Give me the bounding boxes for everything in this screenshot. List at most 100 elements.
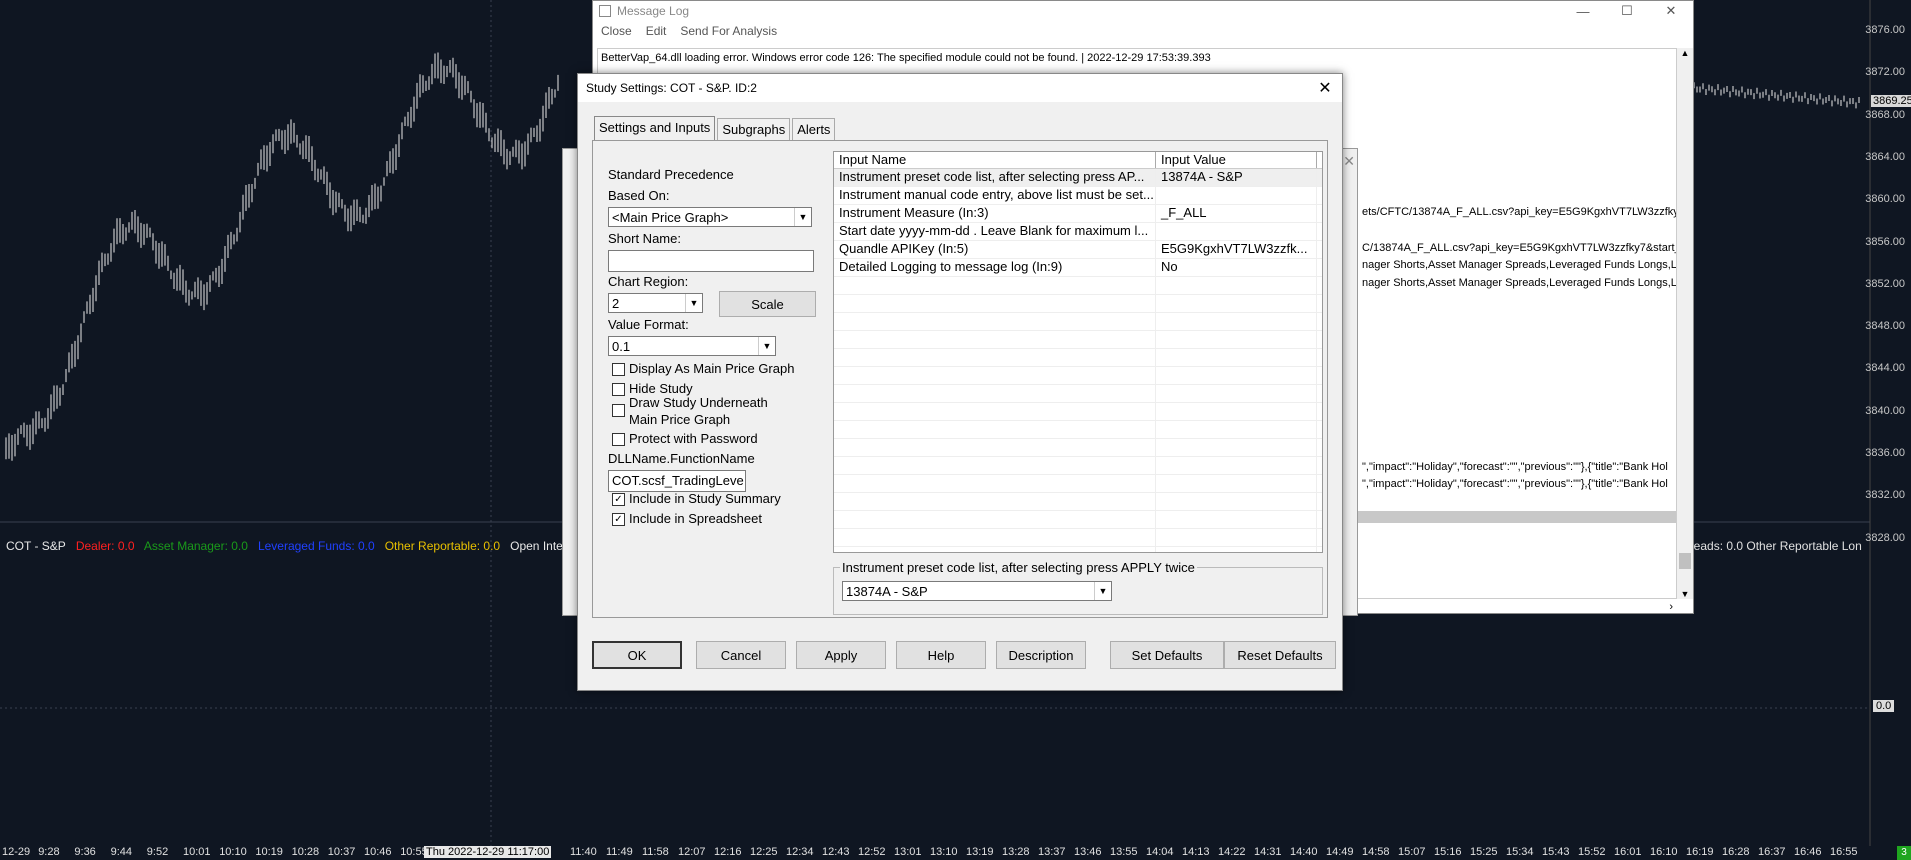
include-spreadsheet-label: Include in Spreadsheet (629, 511, 762, 526)
time-axis-label: 14:04 (1146, 846, 1174, 858)
set-defaults-button[interactable]: Set Defaults (1110, 641, 1224, 669)
log-line: BetterVap_64.dll loading error. Windows … (601, 52, 1211, 64)
hide-study-checkbox[interactable] (612, 383, 625, 396)
minimize-icon[interactable]: — (1561, 1, 1605, 21)
dialog-tabs: Settings and Inputs Subgraphs Alerts (594, 116, 837, 142)
scale-button[interactable]: Scale (719, 291, 816, 317)
grid-cell-value[interactable]: E5G9KgxhVT7LW3zzfk... (1156, 241, 1317, 258)
tab-settings-and-inputs[interactable]: Settings and Inputs (594, 116, 716, 142)
price-axis-label: 3868.00 (1865, 108, 1905, 121)
grid-header-input-value[interactable]: Input Value (1156, 152, 1317, 168)
current-price-badge: 3869.25 (1871, 95, 1911, 107)
grid-row[interactable]: Instrument preset code list, after selec… (834, 169, 1322, 187)
time-axis-label: 9:28 (38, 846, 60, 858)
grid-row[interactable]: Instrument manual code entry, above list… (834, 187, 1322, 205)
menu-edit[interactable]: Edit (646, 24, 667, 38)
study-legend-right: preads: 0.0 Other Reportable Lon (1683, 539, 1862, 553)
grid-header-input-name[interactable]: Input Name (834, 152, 1156, 168)
log-right-line: nager Shorts,Asset Manager Spreads,Lever… (1362, 277, 1677, 289)
time-axis-label: 14:22 (1218, 846, 1246, 858)
message-log-title: Message Log (617, 4, 690, 18)
short-name-input[interactable] (608, 250, 814, 272)
price-bars (5, 52, 559, 461)
grid-cell-value[interactable] (1156, 187, 1317, 204)
grid-row[interactable]: Quandle APIKey (In:5) E5G9KgxhVT7LW3zzfk.… (834, 241, 1322, 259)
time-axis-label: 16:46 (1794, 846, 1822, 858)
help-button[interactable]: Help (896, 641, 986, 669)
grid-row[interactable]: Start date yyyy-mm-dd . Leave Blank for … (834, 223, 1322, 241)
display-main-price-checkbox[interactable] (612, 363, 625, 376)
scroll-thumb[interactable] (1679, 553, 1691, 569)
time-axis-label: 11:58 (642, 846, 669, 858)
preset-code-select[interactable]: 13874A - S&P ▼ (842, 581, 1112, 601)
time-axis-label: 16:19 (1686, 846, 1714, 858)
value-format-select[interactable]: 0.1 ▼ (608, 336, 776, 356)
grid-cell-value[interactable]: _F_ALL (1156, 205, 1317, 222)
chart-region-select[interactable]: 2 ▼ (608, 293, 703, 313)
chevron-down-icon[interactable]: ▼ (758, 337, 775, 355)
inputs-grid[interactable]: Input Name Input Value Instrument preset… (833, 151, 1323, 553)
time-axis-label: 11:49 (606, 846, 633, 858)
legend-asset-manager: Asset Manager: 0.0 (143, 539, 248, 553)
grid-row[interactable]: Instrument Measure (In:3) _F_ALL (834, 205, 1322, 223)
hide-study-label: Hide Study (629, 381, 693, 396)
log-right-line: C/13874A_F_ALL.csv?api_key=E5G9KgxhVT7LW… (1362, 242, 1677, 254)
time-axis-label: 13:46 (1074, 846, 1102, 858)
time-axis-label: 12:34 (786, 846, 814, 858)
close-icon[interactable]: ✕ (1649, 1, 1693, 21)
tab-subgraphs[interactable]: Subgraphs (717, 118, 791, 141)
maximize-icon[interactable]: ☐ (1605, 1, 1649, 21)
reset-defaults-button[interactable]: Reset Defaults (1224, 641, 1336, 669)
grid-cell-value[interactable]: 13874A - S&P (1156, 169, 1317, 186)
grid-row[interactable]: Detailed Logging to message log (In:9) No (834, 259, 1322, 277)
price-axis-label: 3848.00 (1865, 320, 1905, 333)
vertical-scrollbar[interactable]: ▲ ▼ (1677, 48, 1693, 599)
time-axis-label: 12:07 (678, 846, 706, 858)
draw-underneath-checkbox[interactable] (612, 404, 625, 417)
grid-empty-rows (834, 277, 1322, 552)
based-on-select[interactable]: <Main Price Graph> ▼ (608, 207, 812, 227)
horizontal-scroll-right-icon[interactable]: › (1669, 601, 1673, 613)
ok-button[interactable]: OK (592, 641, 682, 669)
price-axis-label: 3872.00 (1865, 66, 1905, 79)
time-axis-label: 15:34 (1506, 846, 1534, 858)
time-axis-label: 16:55 (1830, 846, 1858, 858)
price-axis-label: 3860.00 (1865, 193, 1905, 206)
price-axis-label: 3828.00 (1865, 531, 1905, 544)
dialog-close-icon[interactable]: ✕ (1314, 77, 1336, 99)
chevron-down-icon[interactable]: ▼ (794, 208, 811, 226)
study-settings-dialog[interactable]: Study Settings: COT - S&P. ID:2 ✕ Settin… (577, 73, 1343, 691)
scroll-up-icon[interactable]: ▲ (1677, 48, 1693, 58)
protect-password-checkbox[interactable] (612, 433, 625, 446)
cancel-button[interactable]: Cancel (696, 641, 786, 669)
time-axis-label: 14:58 (1362, 846, 1390, 858)
time-axis: 12-29 9:28 9:36 9:44 9:52 10:01 10:10 10:19 10:2… (0, 846, 1880, 860)
grid-header: Input Name Input Value (834, 152, 1322, 169)
grid-cell-value[interactable]: No (1156, 259, 1317, 276)
time-axis-label: 10:37 (327, 846, 356, 858)
scroll-down-icon[interactable]: ▼ (1677, 589, 1693, 599)
message-log-titlebar[interactable]: Message Log (593, 1, 1693, 21)
log-right-line: ","impact":"Holiday","forecast":"","prev… (1362, 478, 1668, 490)
grid-cell-name: Detailed Logging to message log (In:9) (834, 259, 1156, 276)
draw-underneath-label-2: Main Price Graph (629, 412, 731, 427)
dialog-titlebar[interactable]: Study Settings: COT - S&P. ID:2 (578, 74, 1342, 102)
time-axis-label: 10:46 (364, 846, 392, 858)
include-spreadsheet-checkbox[interactable]: ✓ (612, 513, 625, 526)
chevron-down-icon[interactable]: ▼ (1094, 582, 1111, 600)
zero-value-badge: 0.0 (1873, 700, 1895, 712)
menu-send-for-analysis[interactable]: Send For Analysis (680, 24, 777, 38)
apply-button[interactable]: Apply (796, 641, 886, 669)
time-axis-label: 15:43 (1542, 846, 1570, 858)
time-axis-label: 16:37 (1758, 846, 1786, 858)
chevron-down-icon[interactable]: ▼ (685, 294, 702, 312)
menu-close[interactable]: Close (601, 24, 632, 38)
dll-name-input[interactable]: COT.scsf_TradingLeve (608, 470, 746, 492)
include-summary-checkbox[interactable]: ✓ (612, 493, 625, 506)
tab-alerts[interactable]: Alerts (792, 118, 836, 141)
grid-cell-value[interactable] (1156, 223, 1317, 240)
time-axis-label: 12:52 (858, 846, 886, 858)
description-button[interactable]: Description (996, 641, 1086, 669)
price-bars-right (1693, 82, 1860, 109)
value-format-value: 0.1 (612, 339, 631, 354)
